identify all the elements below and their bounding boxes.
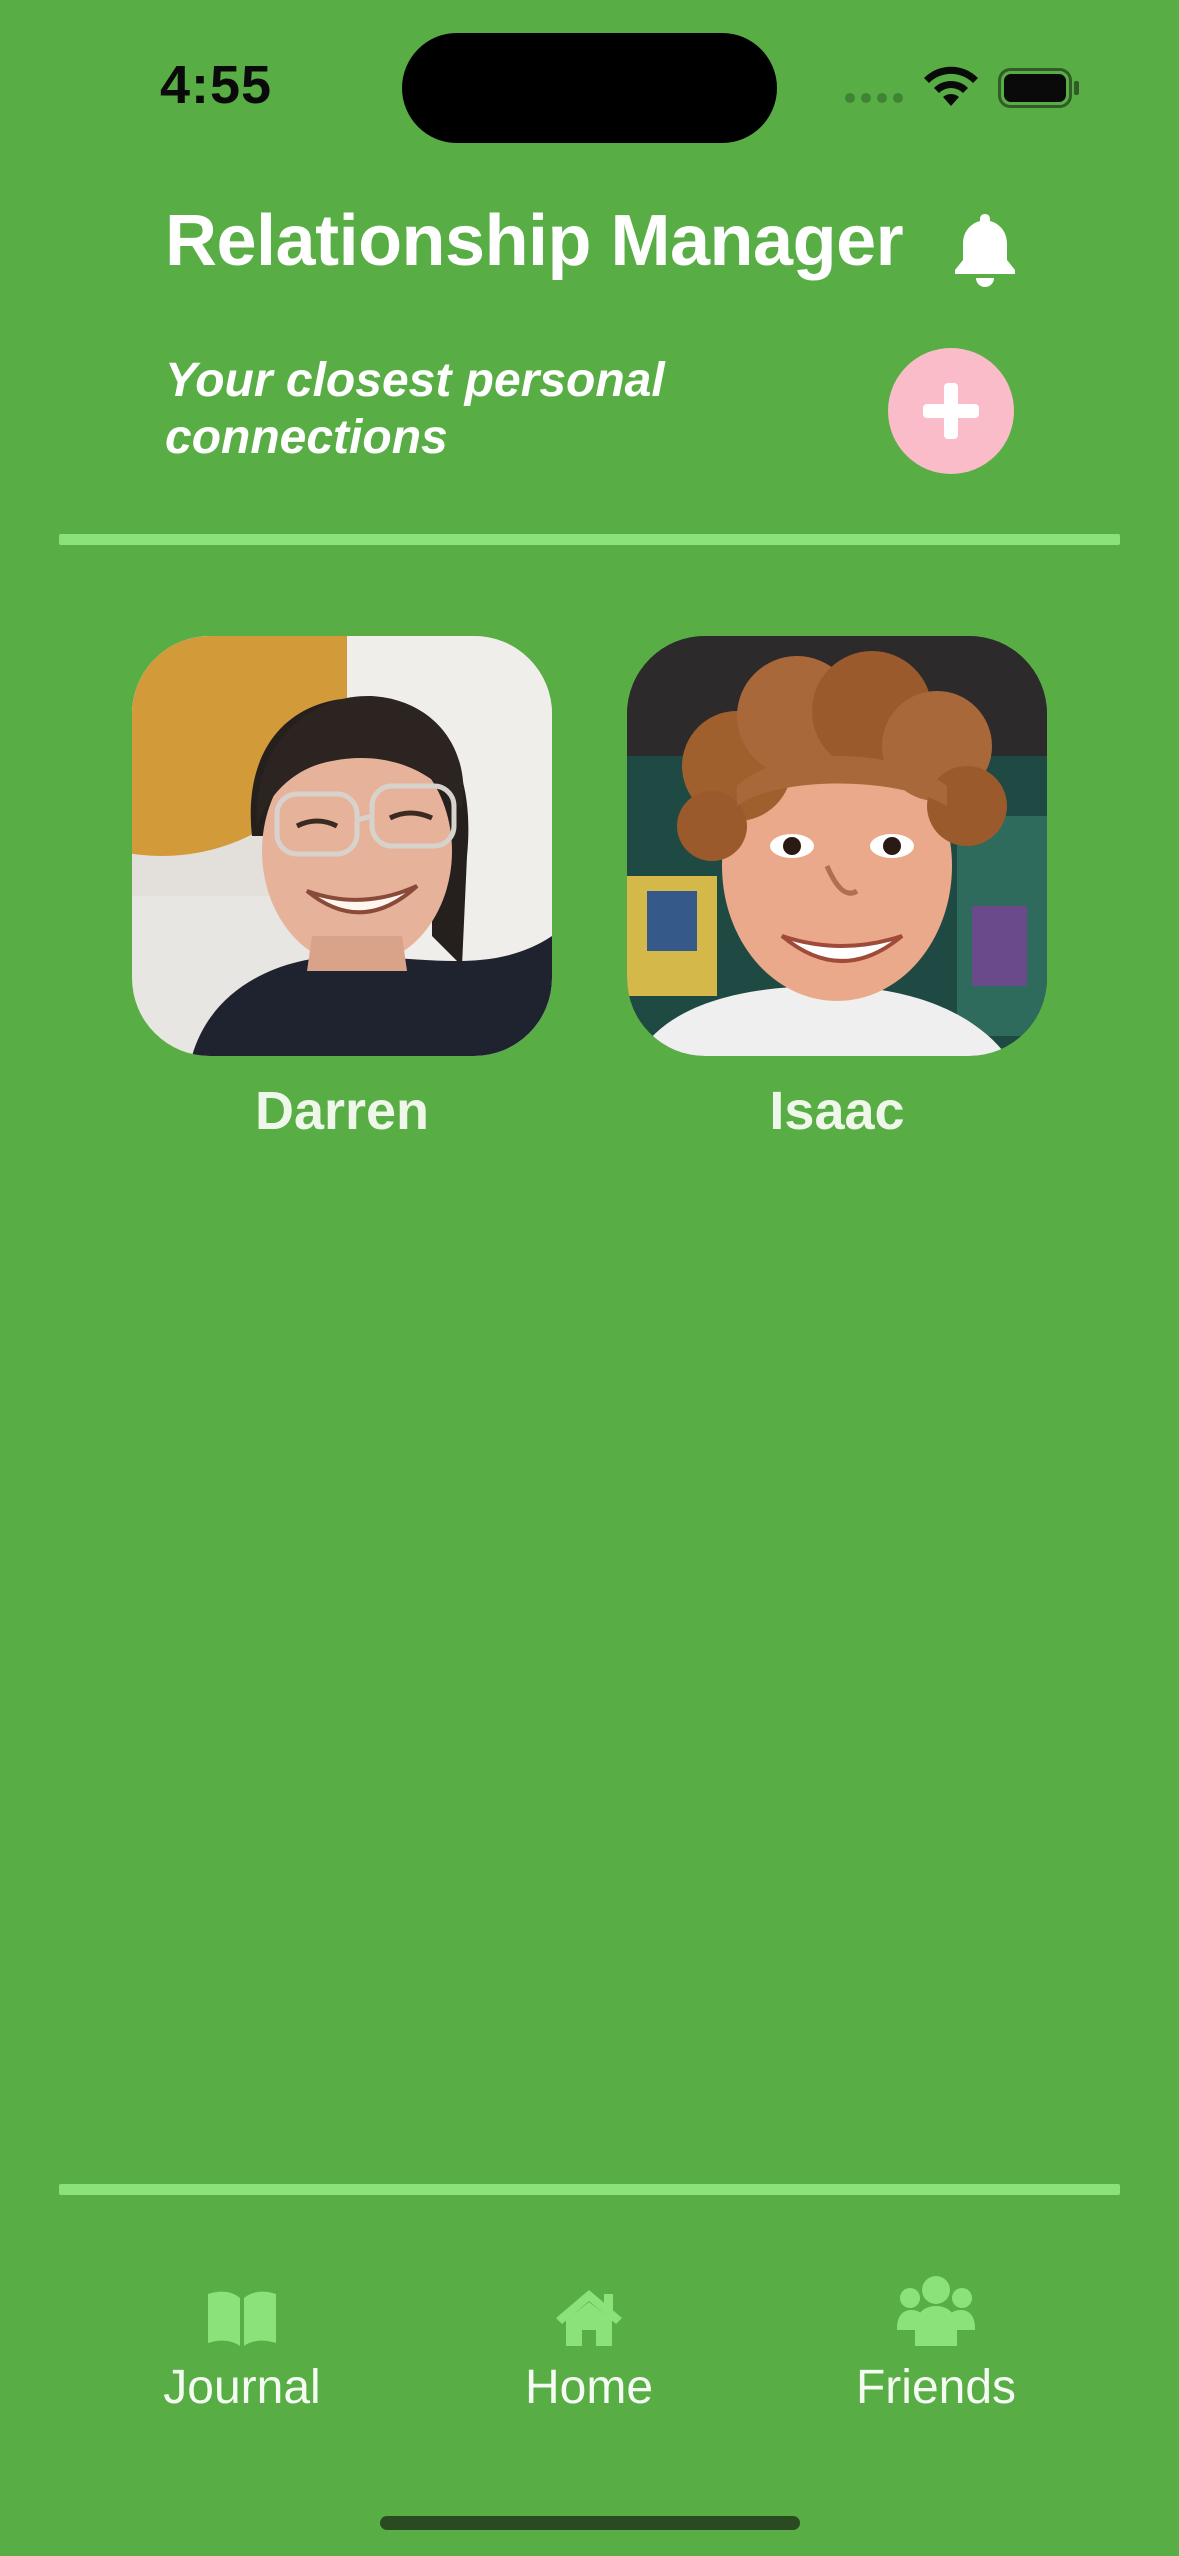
- tab-home[interactable]: Home: [439, 2268, 739, 2415]
- cellular-signal-icon: [845, 92, 905, 104]
- friend-photo[interactable]: [132, 636, 552, 1056]
- add-friend-button[interactable]: [888, 348, 1014, 474]
- tab-journal[interactable]: Journal: [92, 2268, 392, 2415]
- friend-photo[interactable]: [627, 636, 1047, 1056]
- friend-name: Darren: [254, 1081, 430, 1141]
- book-icon: [208, 2291, 276, 2346]
- page-title: Relationship Manager: [165, 201, 904, 281]
- status-time: 4:55: [160, 55, 273, 115]
- tab-bar-divider: [59, 2184, 1120, 2195]
- wifi-icon: [924, 66, 978, 106]
- people-icon: [897, 2276, 975, 2346]
- page-subtitle: Your closest personal connections: [165, 354, 665, 464]
- tab-label: Home: [524, 2361, 654, 2414]
- house-icon: [556, 2290, 622, 2346]
- friend-card-isaac[interactable]: Isaac: [627, 636, 1047, 1142]
- tab-label: Journal: [163, 2361, 321, 2414]
- friend-card-darren[interactable]: Darren: [132, 636, 552, 1142]
- dynamic-island: [402, 33, 777, 143]
- home-indicator: [380, 2516, 800, 2530]
- tab-friends[interactable]: Friends: [786, 2268, 1086, 2415]
- battery-icon: [998, 68, 1079, 108]
- bell-icon[interactable]: [950, 210, 1020, 288]
- tab-label: Friends: [855, 2361, 1017, 2414]
- header-divider: [59, 534, 1120, 545]
- friend-name: Isaac: [769, 1081, 905, 1141]
- plus-icon: [923, 383, 979, 439]
